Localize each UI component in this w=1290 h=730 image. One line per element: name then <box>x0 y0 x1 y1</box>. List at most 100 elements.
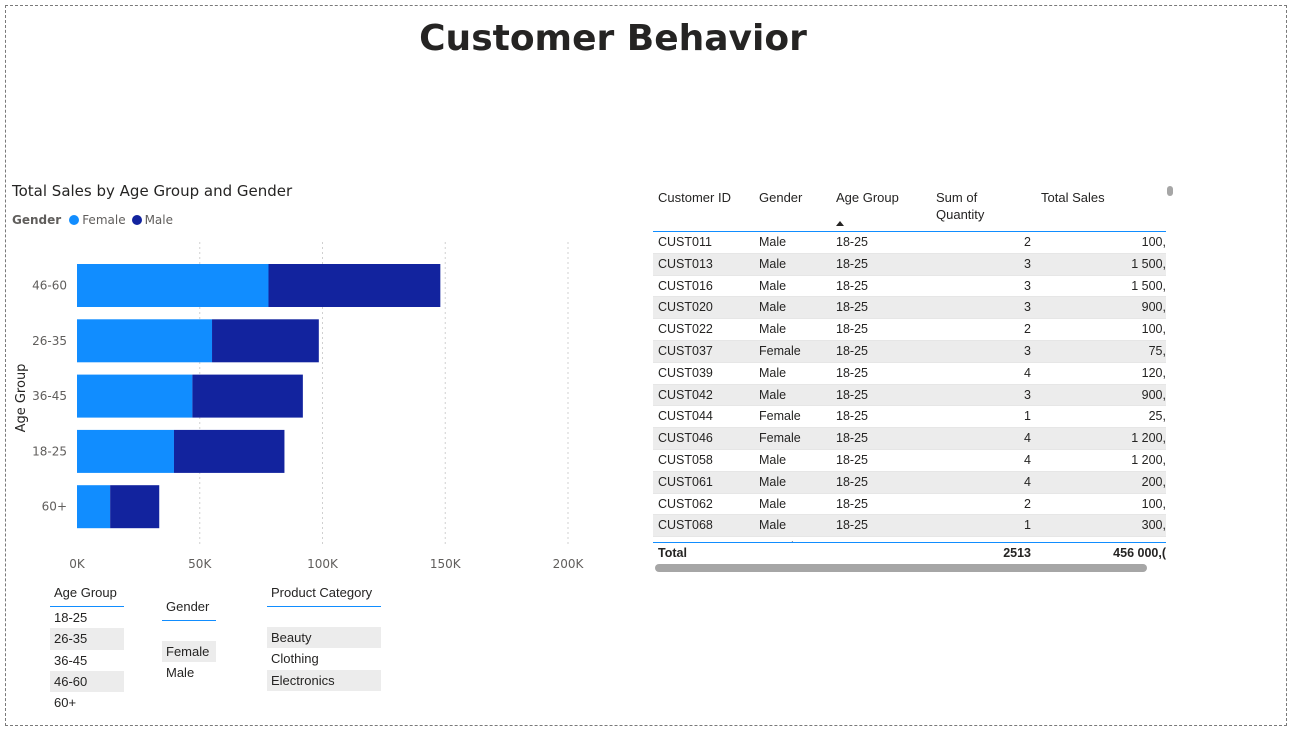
cell-age-group: 18-25 <box>836 278 868 293</box>
table-row[interactable]: CUST068 Male 18-25 1 300, <box>653 515 1166 538</box>
cell-age-group: 18-25 <box>836 474 868 489</box>
table-row[interactable]: CUST058 Male 18-25 4 1 200, <box>653 450 1166 472</box>
legend-title: Gender <box>12 213 62 227</box>
cell-customer-id: CUST022 <box>658 322 713 337</box>
y-tick-label: 46-60 <box>32 279 67 293</box>
table-row[interactable]: CUST061 Male 18-25 4 200, <box>653 471 1166 494</box>
table-row[interactable]: CUST046 Female 18-25 4 1 200, <box>653 428 1166 450</box>
legend-dot-female <box>69 215 80 225</box>
table-row[interactable]: CUST039 Male 18-25 4 120, <box>653 363 1166 385</box>
bar-male-36-45[interactable] <box>192 374 303 418</box>
bar-male-18-25[interactable] <box>173 429 285 473</box>
y-tick-label: 60+ <box>42 500 67 514</box>
cell-quantity: 4 <box>1024 452 1031 467</box>
cell-customer-id: CUST068 <box>658 518 713 533</box>
cell-gender: Female <box>759 409 801 424</box>
slicer-product-category-item[interactable]: Beauty <box>267 627 381 649</box>
slicer-gender-title: Gender <box>162 598 216 621</box>
cell-quantity: 1 <box>1024 518 1031 533</box>
table-row[interactable]: CUST062 Male 18-25 2 100, <box>653 494 1166 516</box>
cell-customer-id: CUST013 <box>658 256 713 271</box>
page-title: Customer Behavior <box>419 18 807 59</box>
table-row[interactable]: CUST011 Male 18-25 2 100, <box>653 232 1166 254</box>
slicer-age-group-item[interactable]: 26-35 <box>50 628 124 650</box>
table-row[interactable]: CUST013 Male 18-25 3 1 500, <box>653 253 1166 276</box>
slicer-age-group-item[interactable]: 36-45 <box>50 650 124 671</box>
slicer-gender-item[interactable]: Female <box>162 641 216 663</box>
cell-quantity: 3 <box>1024 256 1031 271</box>
slicer-gender: Gender Female Male <box>162 598 216 684</box>
slicer-product-category-item[interactable]: Electronics <box>267 669 381 691</box>
slicer-age-group-item[interactable]: 60+ <box>50 692 124 713</box>
cell-quantity: 3 <box>1024 300 1031 315</box>
bar-female-26-35[interactable] <box>77 319 213 363</box>
cell-gender: Male <box>759 235 787 249</box>
cell-gender: Male <box>759 387 787 402</box>
cell-gender: Male <box>759 518 787 533</box>
cell-total-sales: 1 500, <box>1131 256 1166 271</box>
x-tick-label: 150K <box>430 557 462 571</box>
bar-female-60+[interactable] <box>77 485 111 529</box>
y-tick-label: 36-45 <box>32 389 67 403</box>
cell-customer-id: CUST058 <box>658 452 713 467</box>
table-vertical-scrollbar[interactable] <box>1167 186 1173 196</box>
table-row[interactable]: CUST022 Male 18-25 2 100, <box>653 319 1166 341</box>
col-header-sum-of-quantity[interactable]: Sum of Quantity <box>936 189 1016 223</box>
bar-male-26-35[interactable] <box>212 319 319 363</box>
cell-age-group: 18-25 <box>836 387 868 402</box>
cell-customer-id: CUST062 <box>658 496 713 511</box>
legend-item-male[interactable]: Male <box>131 213 173 227</box>
cell-quantity: 1 <box>1024 409 1031 424</box>
cell-age-group: 18-25 <box>836 409 868 424</box>
table-horizontal-scrollbar[interactable] <box>655 564 1147 572</box>
cell-gender: Male <box>759 256 787 271</box>
cell-total-sales: 1 200, <box>1131 431 1166 446</box>
table-row[interactable]: CUST037 Female 18-25 3 75, <box>653 340 1166 363</box>
slicer-gender-item[interactable]: Male <box>162 662 216 683</box>
cell-quantity: 3 <box>1024 387 1031 402</box>
bar-male-46-60[interactable] <box>268 264 441 307</box>
x-tick-label: 0K <box>69 557 86 571</box>
slicer-age-group-item[interactable]: 46-60 <box>50 670 124 693</box>
cell-total-sales: 300, <box>1141 518 1166 533</box>
cell-age-group: 18-25 <box>836 343 868 358</box>
bar-female-36-45[interactable] <box>77 374 193 418</box>
cell-customer-id: CUST011 <box>658 235 712 249</box>
cell-age-group: 18-25 <box>836 365 868 380</box>
cell-total-sales: 75, <box>1148 343 1166 358</box>
chart-title: Total Sales by Age Group and Gender <box>12 182 293 200</box>
bar-female-46-60[interactable] <box>77 264 269 307</box>
cell-quantity: 4 <box>1024 365 1031 380</box>
cell-gender: Male <box>759 365 787 380</box>
cell-customer-id: CUST042 <box>658 387 713 402</box>
x-tick-label: 50K <box>188 557 212 571</box>
col-header-gender[interactable]: Gender <box>759 189 802 206</box>
table-row[interactable]: CUST042 Male 18-25 3 900, <box>653 384 1166 407</box>
col-header-age-group[interactable]: Age Group <box>836 189 899 206</box>
bar-male-60+[interactable] <box>110 485 160 529</box>
table-row[interactable]: CUST044 Female 18-25 1 25, <box>653 406 1166 429</box>
cell-customer-id: CUST020 <box>658 300 713 315</box>
cell-age-group: 18-25 <box>836 431 868 446</box>
col-header-customer-id[interactable]: Customer ID <box>658 189 731 206</box>
cell-customer-id: CUST044 <box>658 409 713 424</box>
table-row[interactable]: CUST016 Male 18-25 3 1 500, <box>653 276 1166 298</box>
table-row[interactable]: CUST020 Male 18-25 3 900, <box>653 297 1166 320</box>
slicer-age-group-item[interactable]: 18-25 <box>50 607 124 628</box>
cell-gender: Male <box>759 452 787 467</box>
slicer-product-category-item[interactable]: Clothing <box>267 648 381 669</box>
cell-age-group: 18-25 <box>836 322 868 337</box>
chart-legend: Gender Female Male <box>12 213 179 227</box>
cell-gender: Male <box>759 322 787 337</box>
cell-quantity: 3 <box>1024 343 1031 358</box>
cell-quantity: 2 <box>1024 496 1031 511</box>
cell-gender: Male <box>759 278 787 293</box>
legend-item-female[interactable]: Female <box>69 213 126 227</box>
cell-customer-id: CUST046 <box>658 431 713 446</box>
cell-quantity: 4 <box>1024 474 1031 489</box>
bar-female-18-25[interactable] <box>77 429 174 473</box>
total-sales: 456 000,( <box>1113 546 1166 560</box>
cell-quantity: 2 <box>1024 322 1031 337</box>
col-header-total-sales[interactable]: Total Sales <box>1041 189 1105 206</box>
cell-customer-id: CUST039 <box>658 365 713 380</box>
